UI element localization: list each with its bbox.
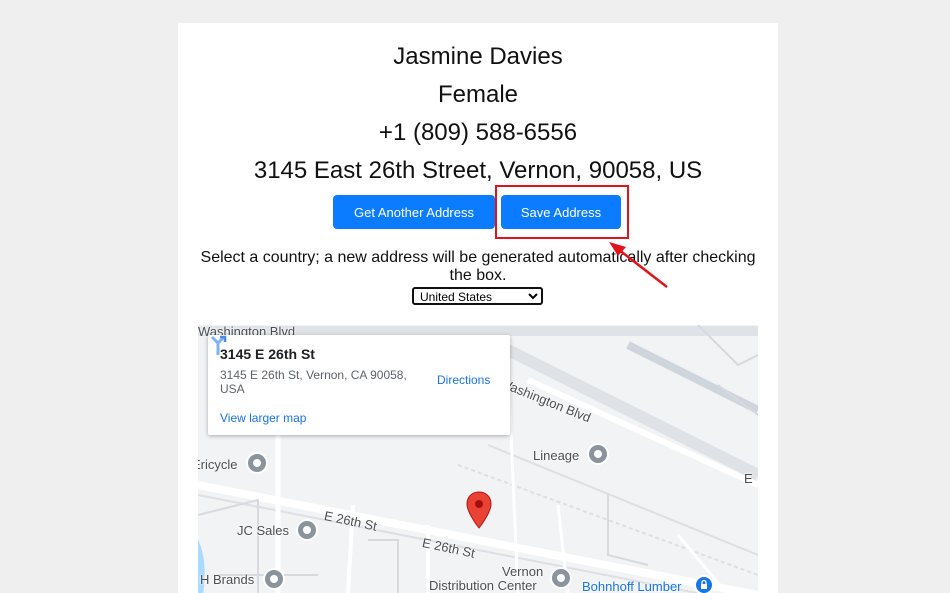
map-label-ericycle: Ericycle bbox=[198, 457, 238, 472]
map-label-vernon-line1: Vernon bbox=[502, 564, 544, 579]
save-button-highlight-box bbox=[495, 185, 629, 239]
country-select[interactable]: United States bbox=[412, 287, 543, 305]
person-address: 3145 East 26th Street, Vernon, 90058, US bbox=[253, 157, 703, 184]
person-name: Jasmine Davies bbox=[393, 43, 563, 70]
map-label-h-brands: H Brands bbox=[200, 572, 255, 587]
vernon-dc-place-icon[interactable] bbox=[550, 567, 572, 589]
ericycle-place-icon[interactable] bbox=[246, 452, 268, 474]
address-card: Jasmine Davies Female +1 (809) 588-6556 … bbox=[178, 23, 778, 593]
get-another-address-button[interactable]: Get Another Address bbox=[333, 195, 495, 229]
bohnhoff-lock-icon[interactable] bbox=[694, 575, 714, 593]
directions-icon[interactable] bbox=[208, 335, 228, 357]
lineage-place-icon[interactable] bbox=[587, 443, 609, 465]
map-label-bohnhoff-lumber: Bohnhoff Lumber bbox=[582, 579, 682, 593]
directions-link[interactable]: Directions bbox=[437, 373, 490, 387]
info-card-title: 3145 E 26th St bbox=[220, 346, 315, 362]
location-pin-icon[interactable] bbox=[466, 491, 492, 529]
view-larger-map-link[interactable]: View larger map bbox=[220, 411, 306, 425]
person-phone: +1 (809) 588-6556 bbox=[378, 119, 578, 146]
map-label-vernon-line2: Distribution Center bbox=[429, 578, 537, 593]
map-embed[interactable]: Washington Blvd Washington Blvd Ericycle… bbox=[198, 325, 758, 593]
country-instructions: Select a country; a new address will be … bbox=[200, 249, 756, 284]
h-brands-place-icon[interactable] bbox=[263, 568, 285, 590]
map-label-edge-e: E bbox=[744, 471, 753, 486]
map-info-card: 3145 E 26th St 3145 E 26th St, Vernon, C… bbox=[208, 335, 510, 435]
jc-sales-place-icon[interactable] bbox=[296, 519, 318, 541]
map-label-lineage: Lineage bbox=[533, 448, 580, 463]
person-gender: Female bbox=[437, 81, 519, 108]
map-label-jc-sales: JC Sales bbox=[237, 523, 290, 538]
info-card-address: 3145 E 26th St, Vernon, CA 90058, USA bbox=[220, 368, 407, 396]
